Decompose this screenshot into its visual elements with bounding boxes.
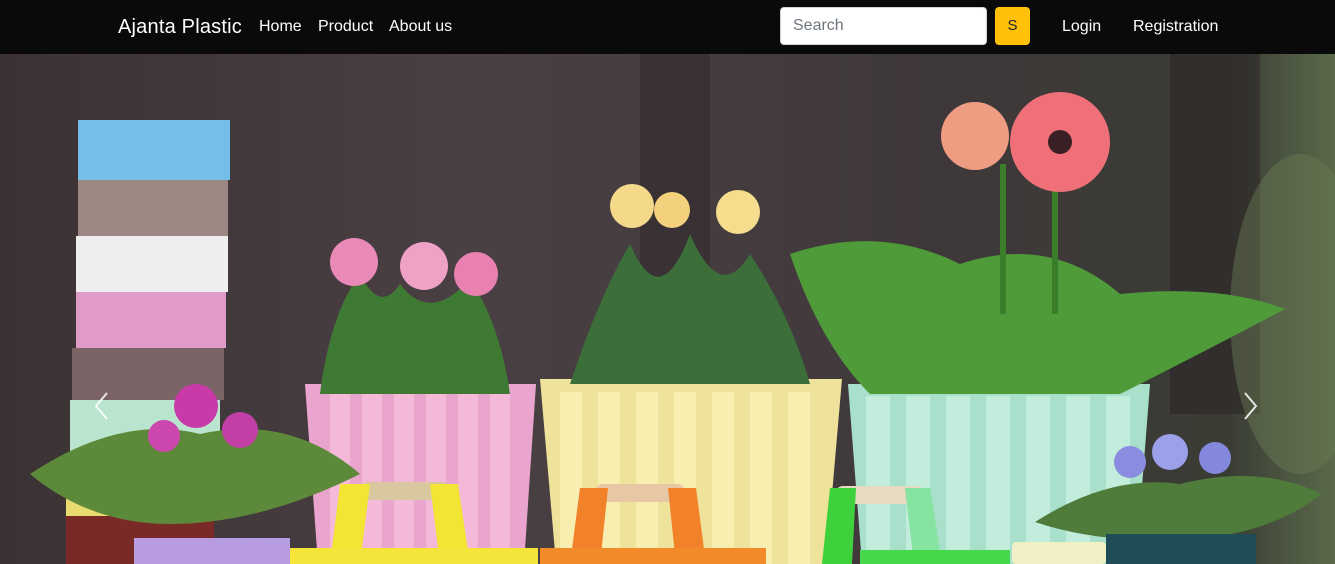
registration-link[interactable]: Registration bbox=[1133, 17, 1218, 37]
chevron-right-icon bbox=[1244, 392, 1258, 420]
carousel-prev-button[interactable] bbox=[90, 389, 114, 423]
navbar: Ajanta Plastic Home Product About us S L… bbox=[0, 0, 1335, 54]
chevron-left-icon bbox=[94, 392, 108, 420]
login-link[interactable]: Login bbox=[1062, 17, 1101, 37]
brand-logo[interactable]: Ajanta Plastic bbox=[118, 15, 242, 39]
nav-home-link[interactable]: Home bbox=[259, 17, 302, 37]
nav-product-link[interactable]: Product bbox=[318, 17, 373, 37]
search-input[interactable] bbox=[780, 7, 987, 45]
nav-about-link[interactable]: About us bbox=[389, 17, 452, 37]
search-button[interactable]: S bbox=[995, 7, 1030, 45]
carousel-next-button[interactable] bbox=[1238, 389, 1262, 423]
hero-carousel bbox=[0, 54, 1335, 564]
carousel-slide-image bbox=[0, 54, 1335, 564]
